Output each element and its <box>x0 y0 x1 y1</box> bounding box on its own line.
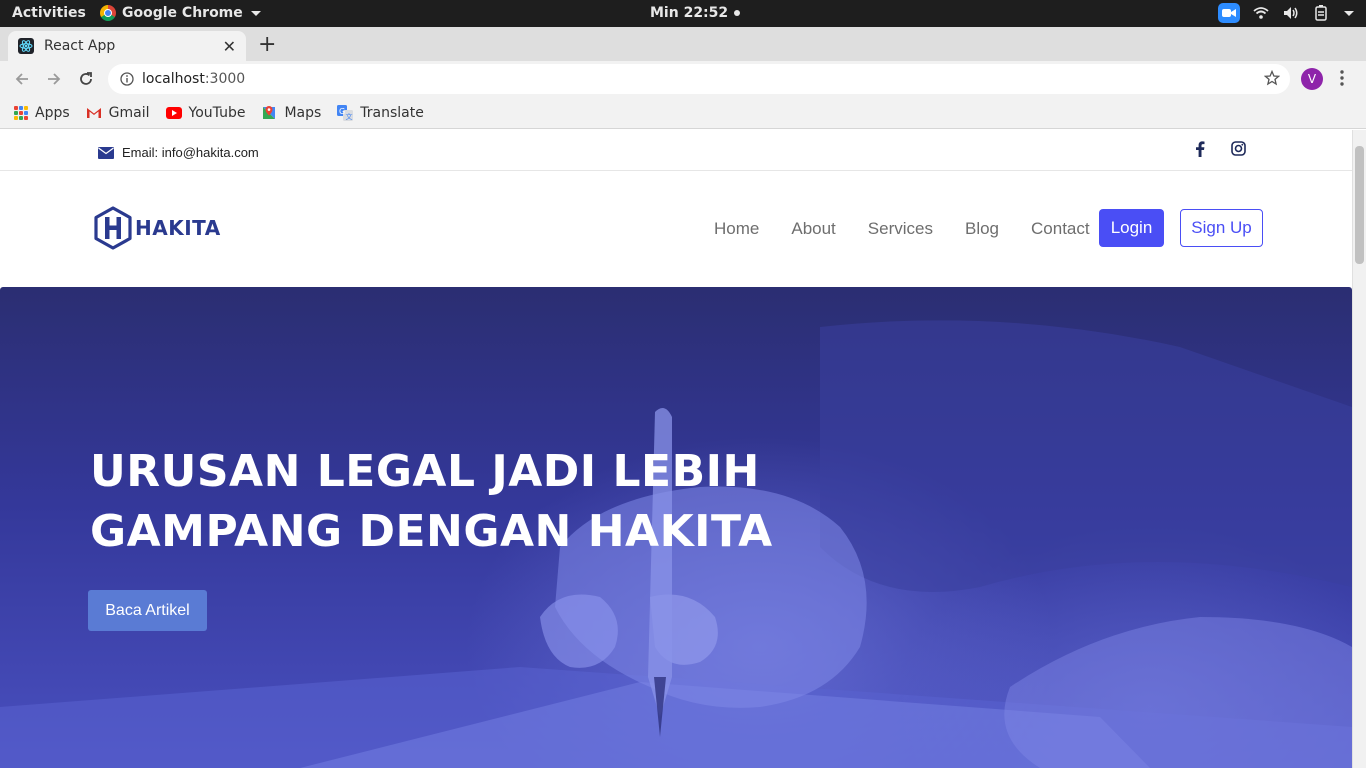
notification-dot-icon <box>734 10 741 16</box>
chevron-down-icon <box>250 10 261 16</box>
tab-title: React App <box>44 38 116 54</box>
url-text: localhost:3000 <box>142 71 246 87</box>
site-navbar: HAKITA Home About Services Blog Contact … <box>0 171 1352 287</box>
system-tray[interactable] <box>1218 3 1354 23</box>
svg-text:G: G <box>339 107 345 116</box>
scrollbar-thumb[interactable] <box>1355 146 1364 264</box>
bookmark-gmail[interactable]: Gmail <box>86 105 150 121</box>
gmail-icon <box>86 107 101 118</box>
system-menu-chevron-icon[interactable] <box>1344 10 1354 16</box>
brand-wordmark: HAKITA <box>135 216 221 240</box>
wifi-icon[interactable] <box>1252 4 1270 22</box>
tab-strip: React App ✕ + <box>0 27 1366 61</box>
hakita-hexagon-icon <box>94 206 132 250</box>
apps-grid-icon <box>14 105 28 120</box>
browser-toolbar: localhost:3000 V <box>0 61 1366 97</box>
envelope-icon <box>98 146 114 159</box>
signup-button[interactable]: Sign Up <box>1180 209 1263 247</box>
hero-headline: URUSAN LEGAL JADI LEBIH GAMPANG DENGAN H… <box>90 446 773 557</box>
close-icon[interactable]: ✕ <box>223 37 236 56</box>
social-links <box>1195 141 1246 157</box>
nav-blog[interactable]: Blog <box>965 219 999 239</box>
new-tab-button[interactable]: + <box>258 32 276 57</box>
tab-react-app[interactable]: React App ✕ <box>8 31 246 61</box>
page-scrollbar[interactable] <box>1352 130 1366 768</box>
bookmark-maps[interactable]: Maps <box>261 105 321 121</box>
instagram-icon[interactable] <box>1231 141 1246 156</box>
profile-avatar[interactable]: V <box>1301 68 1323 90</box>
bookmark-star-icon[interactable] <box>1264 70 1280 86</box>
contact-info-bar: Email: info@hakita.com <box>0 130 1352 171</box>
bookmark-translate[interactable]: G文 Translate <box>337 104 424 121</box>
hero-banner: URUSAN LEGAL JADI LEBIH GAMPANG DENGAN H… <box>0 287 1352 768</box>
clock-label: Min 22:52 <box>650 5 729 21</box>
facebook-icon[interactable] <box>1195 141 1205 157</box>
zoom-icon[interactable] <box>1218 3 1240 23</box>
info-icon[interactable] <box>120 72 134 86</box>
battery-icon[interactable] <box>1312 4 1330 22</box>
translate-icon: G文 <box>337 104 354 121</box>
main-nav: Home About Services Blog Contact <box>714 219 1090 239</box>
react-icon <box>18 38 34 54</box>
youtube-icon <box>165 106 182 119</box>
menu-kebab-icon[interactable] <box>1340 70 1344 86</box>
app-menu-label: Google Chrome <box>122 5 243 21</box>
hakita-logo[interactable]: HAKITA <box>93 206 221 250</box>
nav-home[interactable]: Home <box>714 219 759 239</box>
nav-about[interactable]: About <box>791 219 835 239</box>
chrome-icon <box>100 5 116 21</box>
bookmark-apps[interactable]: Apps <box>14 105 70 121</box>
activities-button[interactable]: Activities <box>12 5 86 21</box>
read-article-button[interactable]: Baca Artikel <box>88 590 207 631</box>
email-info: Email: info@hakita.com <box>98 145 259 160</box>
nav-services[interactable]: Services <box>868 219 933 239</box>
login-button[interactable]: Login <box>1099 209 1164 247</box>
bookmarks-bar: Apps Gmail YouTube Maps G文 Translate <box>0 97 1366 129</box>
app-menu[interactable]: Google Chrome <box>100 5 261 21</box>
reload-icon[interactable] <box>76 69 96 89</box>
svg-text:文: 文 <box>346 112 353 121</box>
page-viewport: Email: info@hakita.com HAKITA Home About… <box>0 130 1352 768</box>
maps-icon <box>263 105 276 119</box>
volume-icon[interactable] <box>1282 4 1300 22</box>
email-text: Email: info@hakita.com <box>122 145 259 160</box>
back-icon[interactable] <box>12 69 32 89</box>
forward-icon[interactable] <box>44 69 64 89</box>
nav-contact[interactable]: Contact <box>1031 219 1090 239</box>
address-bar[interactable]: localhost:3000 <box>108 64 1290 94</box>
os-top-bar: Activities Google Chrome Min 22:52 <box>0 0 1366 27</box>
clock[interactable]: Min 22:52 <box>650 5 741 21</box>
bookmark-youtube[interactable]: YouTube <box>165 105 245 121</box>
